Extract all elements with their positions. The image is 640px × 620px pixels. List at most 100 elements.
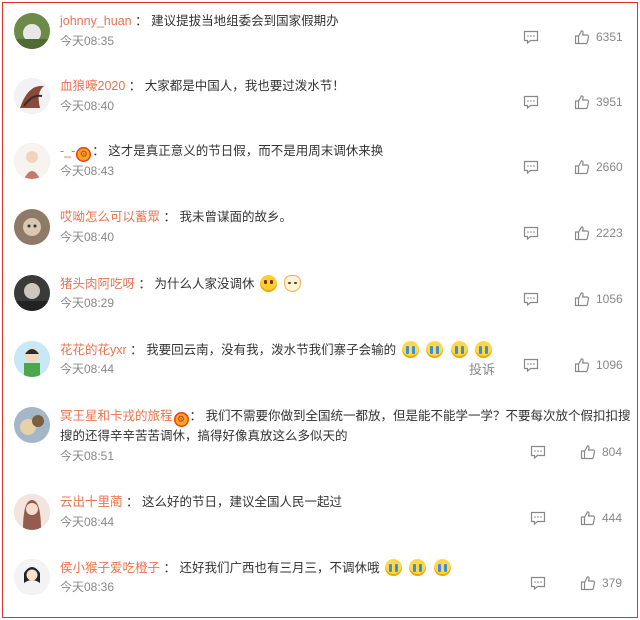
thumbs-up-icon [580, 445, 596, 460]
avatar[interactable] [14, 143, 50, 179]
reply-button[interactable] [530, 511, 546, 525]
comment-icon [523, 292, 539, 306]
avatar[interactable] [14, 559, 50, 595]
comment-text-line: -_- ⚙： 这才是真正意义的节日假，而不是用周末调休来换 [60, 143, 383, 162]
comment-time: 今天08:51 [60, 449, 115, 463]
comment-time: 今天08:44 [60, 362, 115, 376]
username-link[interactable]: 血狼嚎2020 [60, 79, 125, 93]
report-link[interactable]: 投诉 [469, 359, 495, 378]
comment-text-line: 猪头肉阿吃呀 ： 为什么人家没调休 [60, 275, 303, 293]
comment-text-line: 血狼嚎2020 ： 大家都是中国人，我也要过泼水节！ [60, 79, 345, 93]
comment-text-line: johnny_huan ： 建议提拔当地组委会到国家假期办 [60, 14, 339, 28]
like-button[interactable]: 2660 [574, 158, 623, 176]
username-link[interactable]: 冥王星和卡戎的旅程 [60, 409, 173, 423]
comment-text: 建议提拔当地组委会到国家假期办 [151, 14, 339, 28]
thumbs-up-icon [574, 226, 590, 241]
avatar[interactable] [14, 494, 50, 530]
crying-emoji-icon [409, 559, 427, 576]
comment-icon [523, 95, 539, 109]
like-count: 804 [602, 445, 623, 459]
comment-text: 还好我们广西也有三月三，不调休哦 [179, 561, 380, 575]
thinking-emoji-icon [259, 275, 277, 292]
comment-time: 今天08:29 [60, 296, 115, 310]
comment-text: 大家都是中国人，我也要过泼水节！ [144, 79, 345, 93]
like-count: 3951 [596, 95, 623, 109]
avatar[interactable] [14, 13, 50, 49]
comment-icon [523, 226, 539, 240]
reply-button[interactable] [523, 30, 539, 44]
thumbs-up-icon [574, 292, 590, 307]
avatar[interactable] [14, 341, 50, 377]
thumbs-up-icon [574, 358, 590, 373]
comment-icon [530, 576, 546, 590]
comment-icon [523, 358, 539, 372]
username-link[interactable]: johnny_huan [60, 14, 132, 28]
comment-list: johnny_huan ： 建议提拔当地组委会到国家假期办 今天08:35 63… [2, 2, 638, 618]
reply-button[interactable] [530, 445, 546, 459]
reply-button[interactable] [530, 576, 546, 590]
comment-text-line: 云出十里蔺 ： 这么好的节日，建议全国人民一起过 [60, 495, 342, 509]
comment-text-line: 哎呦怎么可以蓄眾 ： 我未曾谋面的故乡。 [60, 210, 292, 224]
like-button[interactable]: 379 [580, 574, 622, 592]
reply-button[interactable] [523, 292, 539, 306]
vip-badge-icon: ⚙ [173, 412, 189, 427]
crying-emoji-icon [475, 341, 493, 358]
like-button[interactable]: 804 [580, 443, 622, 461]
comment-icon [530, 445, 546, 459]
comment-text-line: 花花的花yxr ： 我要回云南，没有我，泼水节我们寨子会输的 [60, 341, 494, 359]
like-button[interactable]: 6351 [574, 28, 623, 46]
avatar[interactable] [14, 275, 50, 311]
avatar[interactable] [14, 407, 50, 443]
comment-text: 我要回云南，没有我，泼水节我们寨子会输的 [146, 343, 397, 357]
cat-emoji-icon [284, 275, 302, 292]
like-count: 1056 [596, 292, 623, 306]
username-link[interactable]: 猪头肉阿吃呀 [60, 277, 135, 291]
comment-icon [530, 511, 546, 525]
comment-time: 今天08:40 [60, 99, 115, 113]
crying-emoji-icon [384, 559, 402, 576]
vip-badge-icon: ⚙ [76, 147, 92, 162]
crying-emoji-icon [433, 559, 451, 576]
like-button[interactable]: 1056 [574, 290, 623, 308]
username-link[interactable]: 侯小猴子爱吃橙子 [60, 561, 160, 575]
avatar[interactable] [14, 78, 50, 114]
crying-emoji-icon [426, 341, 444, 358]
username-link[interactable]: 哎呦怎么可以蓄眾 [60, 210, 160, 224]
reply-button[interactable] [523, 160, 539, 174]
thumbs-up-icon [574, 160, 590, 175]
username-link[interactable]: 云出十里蔺 [60, 495, 123, 509]
reply-button[interactable] [523, 358, 539, 372]
comment-time: 今天08:40 [60, 230, 115, 244]
avatar[interactable] [14, 209, 50, 245]
thumbs-up-icon [574, 95, 590, 110]
comment-time: 今天08:43 [60, 164, 115, 178]
comment-icon [523, 160, 539, 174]
like-count: 1096 [596, 358, 623, 372]
comment-text: 这才是真正意义的节日假，而不是用周末调休来换 [108, 144, 384, 158]
crying-emoji-icon [401, 341, 419, 358]
crying-emoji-icon [450, 341, 468, 358]
comment-time: 今天08:35 [60, 34, 115, 48]
like-button[interactable]: 1096 [574, 356, 623, 374]
comment-text-line: 冥王星和卡戎的旅程 ⚙： 我们不需要你做到全国统一都放，但是能不能学一学？不要每次… [60, 409, 631, 443]
username-link[interactable]: -_- [60, 144, 75, 158]
comment-time: 今天08:36 [60, 580, 115, 594]
username-link[interactable]: 花花的花yxr [60, 343, 127, 357]
like-button[interactable]: 2223 [574, 224, 623, 242]
comment-time: 今天08:44 [60, 515, 115, 529]
like-button[interactable]: 444 [580, 509, 622, 527]
comment-text: 我未曾谋面的故乡。 [179, 210, 292, 224]
comment-text: 这么好的节日，建议全国人民一起过 [141, 495, 342, 509]
like-button[interactable]: 3951 [574, 93, 623, 111]
reply-button[interactable] [523, 226, 539, 240]
like-count: 444 [602, 511, 623, 525]
comment-text-line: 侯小猴子爱吃橙子 ： 还好我们广西也有三月三，不调休哦 [60, 559, 453, 577]
like-count: 379 [602, 576, 623, 590]
like-count: 2223 [596, 226, 623, 240]
thumbs-up-icon [580, 511, 596, 526]
thumbs-up-icon [580, 576, 596, 591]
comment-text: 为什么人家没调休 [154, 277, 255, 291]
reply-button[interactable] [523, 95, 539, 109]
comment-icon [523, 30, 539, 44]
like-count: 6351 [596, 30, 623, 44]
